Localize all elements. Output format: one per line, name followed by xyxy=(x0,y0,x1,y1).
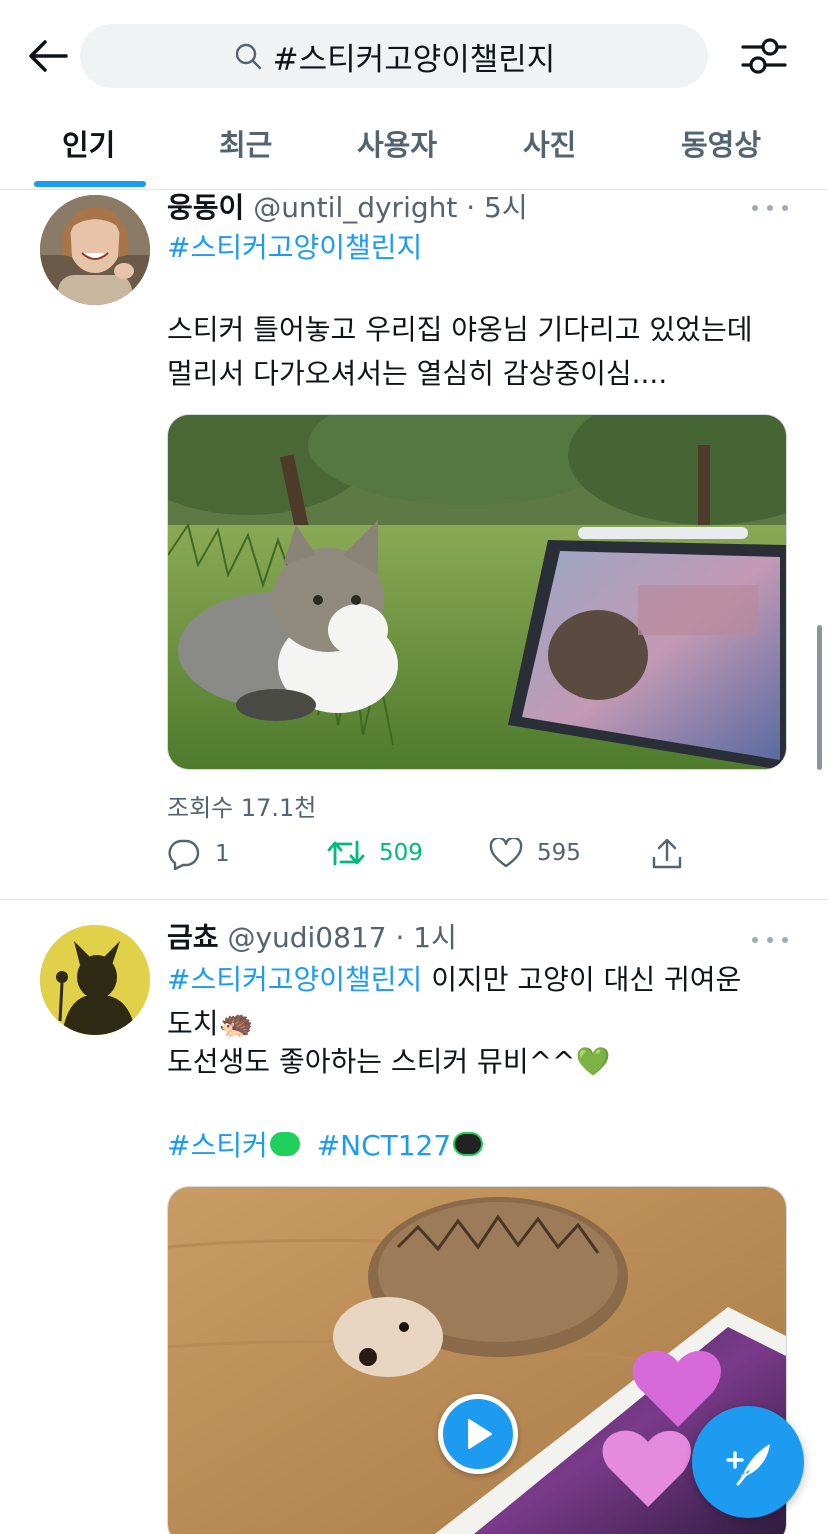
tab-people[interactable]: 사용자 xyxy=(357,122,437,164)
arrow-left-icon xyxy=(29,40,68,72)
play-icon xyxy=(468,1419,492,1449)
retweet-count: 509 xyxy=(379,840,423,866)
tab-videos[interactable]: 동영상 xyxy=(681,122,761,164)
sticker-hashflag-icon xyxy=(269,1132,300,1156)
cat-video-thumbnail xyxy=(168,415,786,769)
compose-feather-icon xyxy=(726,1444,770,1486)
reply-button[interactable]: 1 xyxy=(167,838,230,870)
active-tab-indicator xyxy=(34,181,146,187)
tweet-actions: 1 509 595 xyxy=(167,838,727,878)
tweet-hashtags: #스티커 #NCT127 xyxy=(167,1126,485,1166)
tweet-text: 이지만 고양이 대신 귀여운 xyxy=(422,963,742,996)
search-header: #스티커고양이챌린지 xyxy=(0,0,828,112)
more-options-icon[interactable] xyxy=(752,930,788,950)
scrollbar-thumb[interactable] xyxy=(817,625,822,770)
tweet-divider xyxy=(0,899,828,900)
back-button[interactable] xyxy=(24,34,72,78)
more-options-icon[interactable] xyxy=(752,198,788,218)
play-video-button[interactable] xyxy=(438,1394,518,1474)
tweet-text-line: #스티커고양이챌린지 이지만 고양이 대신 귀여운 xyxy=(167,960,741,1000)
reply-icon xyxy=(168,839,200,870)
sliders-icon xyxy=(741,38,787,74)
author-name[interactable]: 금쵸 xyxy=(167,921,219,954)
retweet-icon xyxy=(327,840,365,866)
hashtag-link[interactable]: #스티커 xyxy=(167,1129,268,1162)
hashtag-link[interactable]: #스티커고양이챌린지 xyxy=(167,963,422,996)
like-count: 595 xyxy=(537,840,581,866)
tweet-text-line: 멀리서 다가오셔서는 열심히 감상중이심.... xyxy=(167,357,668,390)
tweet-video[interactable] xyxy=(167,1186,787,1534)
tweet-text-line: 도선생도 좋아하는 스티커 뮤비^^💚 xyxy=(167,1045,611,1078)
share-icon xyxy=(652,838,682,869)
tab-latest[interactable]: 최근 xyxy=(219,122,272,164)
tab-photos[interactable]: 사진 xyxy=(523,122,576,164)
tab-top[interactable]: 인기 xyxy=(62,122,115,164)
like-button[interactable]: 595 xyxy=(489,838,581,868)
hashtag-link[interactable]: #NCT127 xyxy=(317,1129,452,1162)
nct127-hashflag-icon xyxy=(453,1132,484,1156)
tweet[interactable]: 웅동이 @until_dyright · 5시 #스티커고양이챌린지 스티커 틀… xyxy=(0,190,828,900)
hedgehog-video-thumbnail xyxy=(168,1187,786,1534)
search-icon xyxy=(233,41,263,71)
tweet-text-line: 도치🦔 xyxy=(167,1007,254,1040)
tweet-author-line: 웅동이 @until_dyright · 5시 xyxy=(167,190,528,226)
search-query-text: #스티커고양이챌린지 xyxy=(272,41,556,78)
search-input[interactable]: #스티커고양이챌린지 xyxy=(80,24,708,88)
share-button[interactable] xyxy=(651,838,683,870)
avatar[interactable] xyxy=(40,195,150,305)
heart-icon xyxy=(489,838,523,868)
hashtag-link[interactable]: #스티커고양이챌린지 xyxy=(167,228,422,268)
search-tabs: 인기 최근 사용자 사진 동영상 xyxy=(0,108,828,190)
avatar[interactable] xyxy=(40,925,150,1035)
author-handle[interactable]: @yudi0817 · 1시 xyxy=(227,921,456,954)
retweet-button[interactable]: 509 xyxy=(327,838,423,868)
tweet-video[interactable] xyxy=(167,414,787,770)
reply-count: 1 xyxy=(215,841,230,867)
tweet-author-line: 금쵸 @yudi0817 · 1시 xyxy=(167,920,457,956)
tweet-text-line: 스티커 틀어놓고 우리집 야옹님 기다리고 있었는데 xyxy=(167,313,753,346)
author-name[interactable]: 웅동이 xyxy=(167,191,244,224)
compose-tweet-button[interactable] xyxy=(692,1406,804,1518)
author-handle[interactable]: @until_dyright · 5시 xyxy=(253,191,527,224)
view-count: 조회수 17.1천 xyxy=(167,794,317,822)
filter-button[interactable] xyxy=(736,30,792,82)
